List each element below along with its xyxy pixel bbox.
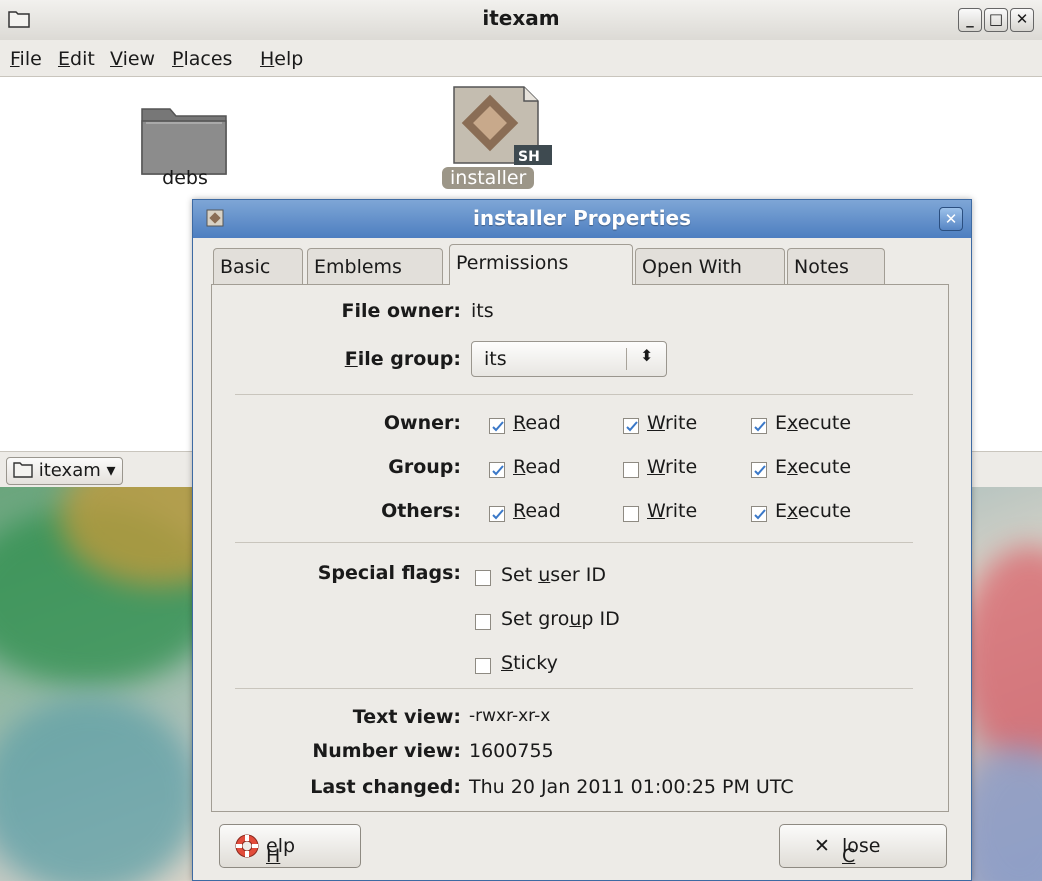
last-changed-label: Last changed:	[310, 776, 461, 798]
special-flag-label[interactable]: Set group ID	[501, 608, 620, 630]
write-label[interactable]: Write	[647, 500, 697, 522]
group-execute-checkbox[interactable]	[751, 462, 767, 478]
write-label[interactable]: Write	[647, 456, 697, 478]
owner-write-checkbox[interactable]	[623, 418, 639, 434]
owner-read-checkbox[interactable]	[489, 418, 505, 434]
tab-open-with[interactable]: Open With	[635, 248, 785, 284]
file-owner-label: File owner:	[341, 300, 462, 322]
dialog-title: installer Properties	[472, 206, 692, 230]
window-title: itexam	[482, 6, 560, 30]
file-group-label: File group:	[344, 348, 461, 370]
maximize-button[interactable]: □	[984, 8, 1008, 32]
menu-file[interactable]: File	[10, 48, 42, 70]
menu-bar: File Edit View Places Help	[0, 40, 1042, 77]
separator	[235, 394, 913, 395]
file-group-select[interactable]: its ⬍	[471, 341, 667, 377]
text-view-value: -rwxr-xr-x	[469, 706, 551, 726]
menu-view[interactable]: View	[110, 48, 155, 70]
dialog-close-icon[interactable]: ✕	[939, 207, 963, 231]
read-label[interactable]: Read	[513, 456, 561, 478]
svg-text:SH: SH	[518, 149, 540, 165]
tab-emblems[interactable]: Emblems	[307, 248, 443, 284]
tab-basic[interactable]: Basic	[213, 248, 303, 284]
others-write-checkbox[interactable]	[623, 506, 639, 522]
owner-execute-checkbox[interactable]	[751, 418, 767, 434]
separator	[235, 688, 913, 689]
others-read-checkbox[interactable]	[489, 506, 505, 522]
lifebuoy-icon	[234, 833, 260, 864]
write-label[interactable]: Write	[647, 412, 697, 434]
menu-edit[interactable]: Edit	[58, 48, 95, 70]
text-view-label: Text view:	[352, 706, 461, 728]
special-flag-label[interactable]: Set user ID	[501, 564, 606, 586]
special-flags-label: Special flags:	[317, 562, 461, 584]
location-button[interactable]: itexam ▾	[6, 457, 123, 485]
window-titlebar[interactable]: itexam _ □ ✕	[0, 0, 1042, 41]
last-changed-value: Thu 20 Jan 2011 01:00:25 PM UTC	[469, 776, 794, 798]
menu-help[interactable]: Help	[260, 48, 303, 70]
updown-arrow-icon: ⬍	[640, 346, 654, 365]
owner-perm-label: Owner:	[383, 412, 461, 434]
execute-label[interactable]: Execute	[775, 456, 851, 478]
group-perm-label: Group:	[388, 456, 461, 478]
group-read-checkbox[interactable]	[489, 462, 505, 478]
file-owner-value: its	[471, 300, 494, 322]
properties-dialog: installer Properties ✕ Basic Emblems Per…	[192, 199, 972, 881]
close-window-button[interactable]: ✕	[1010, 8, 1034, 32]
special-flag-label[interactable]: Sticky	[501, 652, 558, 674]
special-flag-checkbox[interactable]	[475, 614, 491, 630]
special-flag-checkbox[interactable]	[475, 658, 491, 674]
execute-label[interactable]: Execute	[775, 412, 851, 434]
read-label[interactable]: Read	[513, 412, 561, 434]
execute-label[interactable]: Execute	[775, 500, 851, 522]
help-button[interactable]: Help	[219, 824, 361, 868]
menu-places[interactable]: Places	[172, 48, 232, 70]
minimize-button[interactable]: _	[958, 8, 982, 32]
number-view-label: Number view:	[312, 740, 461, 762]
tab-notes[interactable]: Notes	[787, 248, 885, 284]
shell-script-icon[interactable]: SH	[452, 85, 552, 170]
file-name-debs[interactable]: debs	[140, 167, 230, 189]
dialog-titlebar[interactable]: installer Properties ✕	[193, 200, 971, 238]
tab-permissions[interactable]: Permissions	[449, 244, 633, 285]
number-view-value: 1600755	[469, 740, 554, 762]
separator	[235, 542, 913, 543]
others-execute-checkbox[interactable]	[751, 506, 767, 522]
close-button[interactable]: ✕ Close	[779, 824, 947, 868]
group-write-checkbox[interactable]	[623, 462, 639, 478]
special-flag-checkbox[interactable]	[475, 570, 491, 586]
read-label[interactable]: Read	[513, 500, 561, 522]
file-name-installer[interactable]: installer	[442, 167, 535, 189]
close-x-icon: ✕	[814, 835, 830, 857]
dropdown-arrow-icon: ▾	[106, 460, 116, 481]
others-perm-label: Others:	[381, 500, 461, 522]
